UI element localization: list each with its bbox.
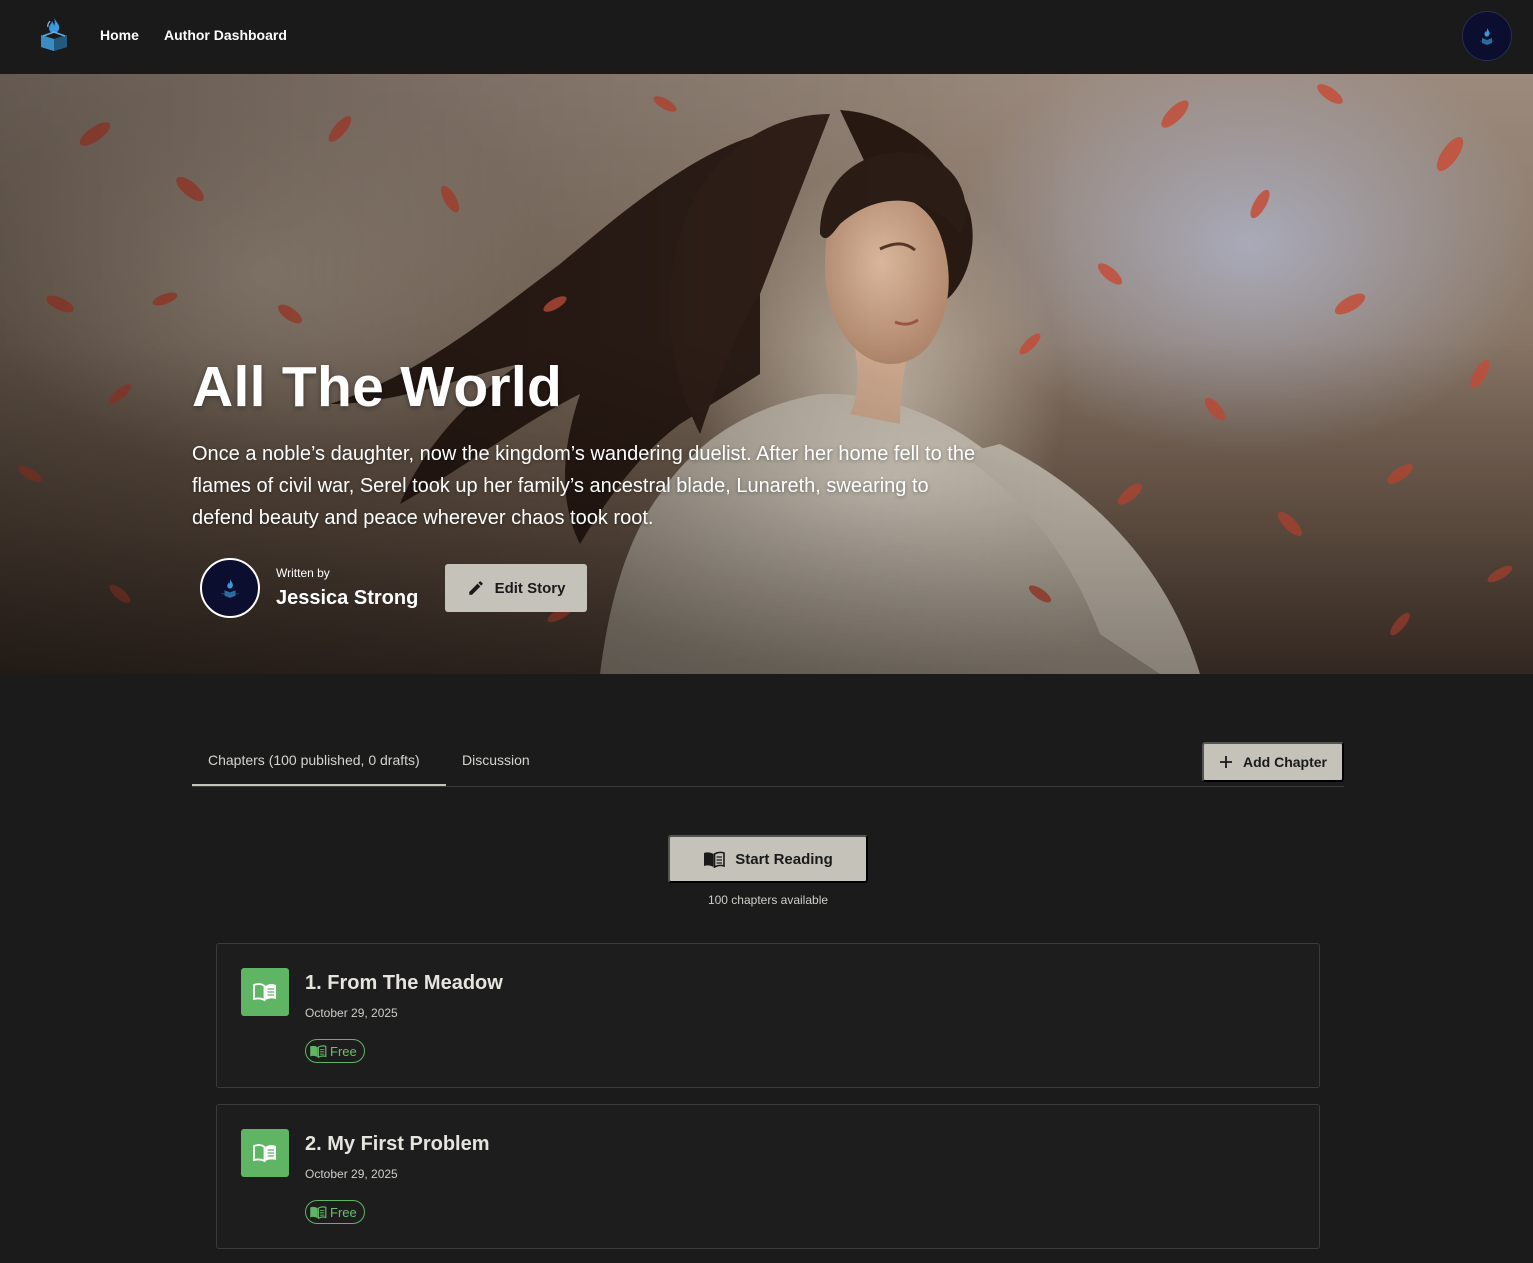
chapter-card[interactable]: 1. From The Meadow October 29, 2025 Free (216, 943, 1320, 1088)
pencil-icon (468, 581, 483, 595)
chapters-available-text: 100 chapters available (707, 893, 829, 907)
open-book-icon (310, 1045, 327, 1058)
book-flame-logo-icon (221, 579, 239, 598)
free-badge: Free (305, 1200, 365, 1224)
chapter-title[interactable]: 1. From The Meadow (305, 972, 503, 995)
open-book-icon (241, 1129, 289, 1177)
author-avatar[interactable] (200, 558, 260, 618)
tab-chapters[interactable]: Chapters (100 published, 0 drafts) (208, 752, 420, 768)
tabs-divider (192, 786, 1344, 787)
nav-author-dashboard-link[interactable]: Author Dashboard (164, 27, 287, 43)
free-badge-label: Free (330, 1204, 357, 1220)
start-reading-label: Start Reading (735, 850, 833, 868)
edit-story-label: Edit Story (494, 579, 566, 597)
book-flame-logo-icon[interactable] (38, 16, 70, 52)
edit-story-button[interactable]: Edit Story (445, 564, 587, 612)
top-navbar: Home Author Dashboard (0, 0, 1533, 74)
open-book-icon (310, 1206, 327, 1219)
add-chapter-button[interactable]: Add Chapter (1202, 742, 1344, 782)
tab-discussion[interactable]: Discussion (462, 752, 530, 768)
free-badge: Free (305, 1039, 365, 1063)
story-description: Once a noble’s daughter, now the kingdom… (192, 443, 976, 529)
chapter-date: October 29, 2025 (305, 1006, 398, 1020)
author-name[interactable]: Jessica Strong (276, 587, 418, 610)
story-title: All The World (192, 355, 563, 419)
chapter-card[interactable]: 2. My First Problem October 29, 2025 Fre… (216, 1104, 1320, 1249)
open-book-icon (241, 968, 289, 1016)
chapter-date: October 29, 2025 (305, 1167, 398, 1181)
add-chapter-label: Add Chapter (1243, 754, 1327, 770)
free-badge-label: Free (330, 1043, 357, 1059)
start-reading-button[interactable]: Start Reading (668, 835, 868, 883)
open-book-icon (704, 851, 726, 868)
nav-home-link[interactable]: Home (100, 27, 139, 43)
plus-icon (1220, 756, 1232, 768)
user-avatar-icon[interactable] (1462, 11, 1512, 61)
story-hero-banner: All The World Once a noble’s daughter, n… (0, 74, 1533, 674)
chapter-title[interactable]: 2. My First Problem (305, 1133, 490, 1156)
written-by-label: Written by (276, 566, 330, 580)
